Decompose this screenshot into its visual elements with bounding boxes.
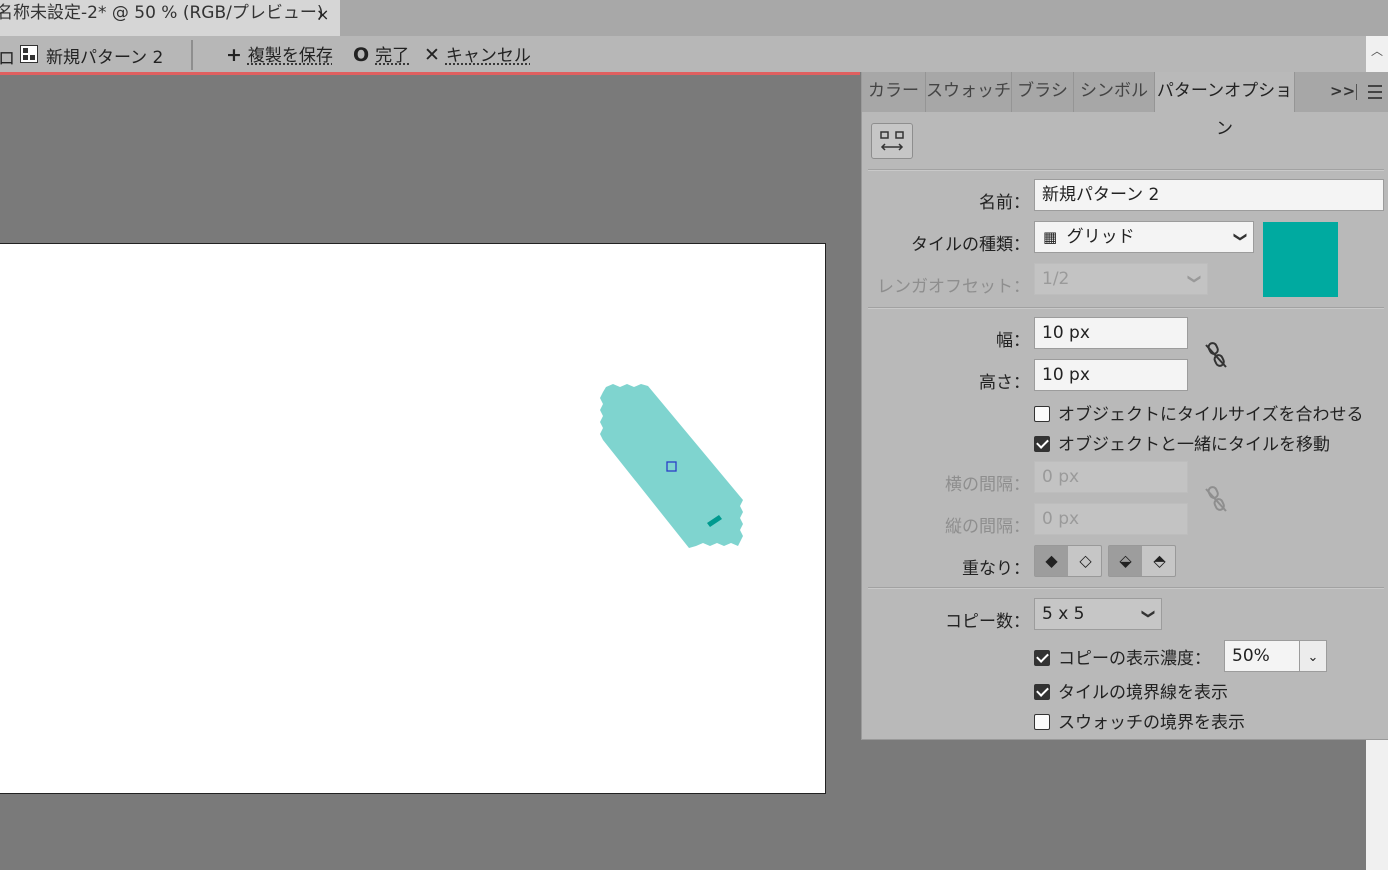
close-icon[interactable]: × xyxy=(316,2,329,28)
checkbox-checked[interactable] xyxy=(1034,436,1050,452)
width-field[interactable]: 10 px xyxy=(1034,317,1188,349)
show-swatch-bounds-checkbox[interactable]: スウォッチの境界を表示 xyxy=(1034,708,1245,733)
pattern-options-panel: カラー スウォッチ ブラシ シンボル パターンオプション >> 名前： 新規パタ… xyxy=(861,72,1388,740)
pattern-icon xyxy=(20,45,38,63)
hamburger-menu-icon[interactable] xyxy=(1368,85,1382,103)
move-tile-with-art-checkbox[interactable]: オブジェクトと一緒にタイルを移動 xyxy=(1034,430,1330,455)
section-divider xyxy=(868,307,1384,309)
unlink-icon[interactable] xyxy=(1202,340,1230,370)
copies-value: 5 x 5 xyxy=(1042,604,1085,624)
section-divider xyxy=(868,587,1384,589)
checkbox-unchecked[interactable] xyxy=(1034,406,1050,422)
dim-copies-label: コピーの表示濃度： xyxy=(1058,649,1211,669)
brick-offset-dropdown[interactable]: 1/2 ❯ xyxy=(1034,263,1208,295)
tile-type-dropdown[interactable]: ▦ グリッド ❯ xyxy=(1034,221,1254,253)
show-swatch-bounds-label: スウォッチの境界を表示 xyxy=(1058,713,1245,733)
size-tile-to-art-label: オブジェクトにタイルサイズを合わせる xyxy=(1058,405,1364,425)
top-in-front-icon[interactable]: ⬙ xyxy=(1109,546,1142,576)
done-button[interactable]: O 完了 xyxy=(353,41,409,66)
done-label: 完了 xyxy=(375,46,410,66)
dim-copies-field[interactable]: 50% xyxy=(1224,640,1300,672)
bottom-in-front-icon[interactable]: ⬘ xyxy=(1143,546,1176,576)
dim-copies-dropdown-button[interactable]: ⌄ xyxy=(1299,640,1327,672)
brick-offset-value: 1/2 xyxy=(1042,269,1070,289)
vertical-spacing-label: 縦の間隔： xyxy=(945,517,1030,537)
x-icon: ✕ xyxy=(424,44,440,66)
swatch-preview xyxy=(1263,222,1338,297)
checkbox-unchecked[interactable] xyxy=(1034,714,1050,730)
grid-icon: ▦ xyxy=(1043,228,1058,246)
height-label: 高さ： xyxy=(979,373,1030,393)
truncated-label: ロ xyxy=(0,49,15,69)
height-field[interactable]: 10 px xyxy=(1034,359,1188,391)
copies-dropdown[interactable]: 5 x 5 ❯ xyxy=(1034,598,1162,630)
toolbar-separator xyxy=(191,40,193,70)
plus-icon: + xyxy=(226,44,242,66)
horizontal-spacing-label: 横の間隔： xyxy=(945,475,1030,495)
checkbox-checked[interactable] xyxy=(1034,684,1050,700)
move-tile-with-art-label: オブジェクトと一緒にタイルを移動 xyxy=(1058,435,1330,455)
pattern-tile-artwork[interactable] xyxy=(595,382,747,554)
unlink-icon xyxy=(1205,486,1227,512)
brick-offset-label: レンガオフセット： xyxy=(877,277,1030,297)
fit-tile-to-art-button[interactable] xyxy=(871,123,913,159)
show-tile-edge-checkbox[interactable]: タイルの境界線を表示 xyxy=(1034,678,1228,703)
chevron-down-icon: ❯ xyxy=(1186,273,1202,285)
vertical-overlap-group: ⬙ ⬘ xyxy=(1108,545,1176,577)
name-field[interactable]: 新規パターン 2 xyxy=(1034,179,1384,211)
save-copy-label: 複製を保存 xyxy=(247,46,333,66)
chevron-down-icon: ❯ xyxy=(1232,231,1248,243)
show-tile-edge-label: タイルの境界線を表示 xyxy=(1058,683,1228,703)
document-tab-strip: 名称未設定-2* @ 50 % (RGB/プレビュー) × xyxy=(0,0,1388,36)
scroll-up-icon[interactable]: ︿ xyxy=(1371,42,1383,59)
horizontal-overlap-group: ◆ ◇ xyxy=(1034,545,1102,577)
pattern-name-label: 新規パターン 2 xyxy=(46,48,164,68)
document-tab[interactable]: 名称未設定-2* @ 50 % (RGB/プレビュー) × xyxy=(0,0,340,36)
left-in-front-icon[interactable]: ◆ xyxy=(1035,546,1068,576)
overlap-label: 重なり： xyxy=(962,559,1030,579)
pattern-shape xyxy=(600,384,743,548)
section-divider xyxy=(868,169,1384,171)
circle-icon: O xyxy=(353,44,370,66)
pattern-mode-indicator-line xyxy=(0,72,860,75)
right-in-front-icon[interactable]: ◇ xyxy=(1069,546,1102,576)
horizontal-spacing-field[interactable]: 0 px xyxy=(1034,461,1188,493)
cancel-button[interactable]: ✕ キャンセル xyxy=(424,41,531,66)
pattern-edit-bar: ロ 新規パターン 2 + 複製を保存 O 完了 ✕ キャンセル xyxy=(0,36,1366,72)
chevron-down-icon: ⌄ xyxy=(1307,650,1319,665)
save-copy-button[interactable]: + 複製を保存 xyxy=(226,41,333,66)
tab-separator xyxy=(1356,84,1357,100)
tab-brushes[interactable]: ブラシ xyxy=(1012,72,1074,112)
width-label: 幅： xyxy=(996,331,1030,351)
tile-type-value: グリッド xyxy=(1066,227,1135,247)
copies-label: コピー数： xyxy=(945,612,1030,632)
name-label: 名前： xyxy=(979,193,1030,213)
panel-tab-bar: カラー スウォッチ ブラシ シンボル パターンオプション >> xyxy=(862,72,1388,139)
checkbox-checked[interactable] xyxy=(1034,650,1050,666)
tile-type-label: タイルの種類： xyxy=(911,235,1030,255)
double-chevron-icon[interactable]: >> xyxy=(1330,82,1355,100)
cancel-label: キャンセル xyxy=(445,46,531,66)
vertical-spacing-field[interactable]: 0 px xyxy=(1034,503,1188,535)
tab-symbols[interactable]: シンボル xyxy=(1074,72,1155,112)
size-tile-to-art-checkbox[interactable]: オブジェクトにタイルサイズを合わせる xyxy=(1034,400,1364,425)
document-tab-title: 名称未設定-2* @ 50 % (RGB/プレビュー) xyxy=(0,3,324,23)
tab-swatches[interactable]: スウォッチ xyxy=(926,72,1012,112)
tab-color[interactable]: カラー xyxy=(862,72,926,112)
fit-tile-icon xyxy=(880,131,904,151)
tab-pattern-options[interactable]: パターンオプション xyxy=(1155,72,1295,139)
dim-copies-checkbox[interactable]: コピーの表示濃度： xyxy=(1034,644,1211,669)
chevron-down-icon: ❯ xyxy=(1140,608,1156,620)
